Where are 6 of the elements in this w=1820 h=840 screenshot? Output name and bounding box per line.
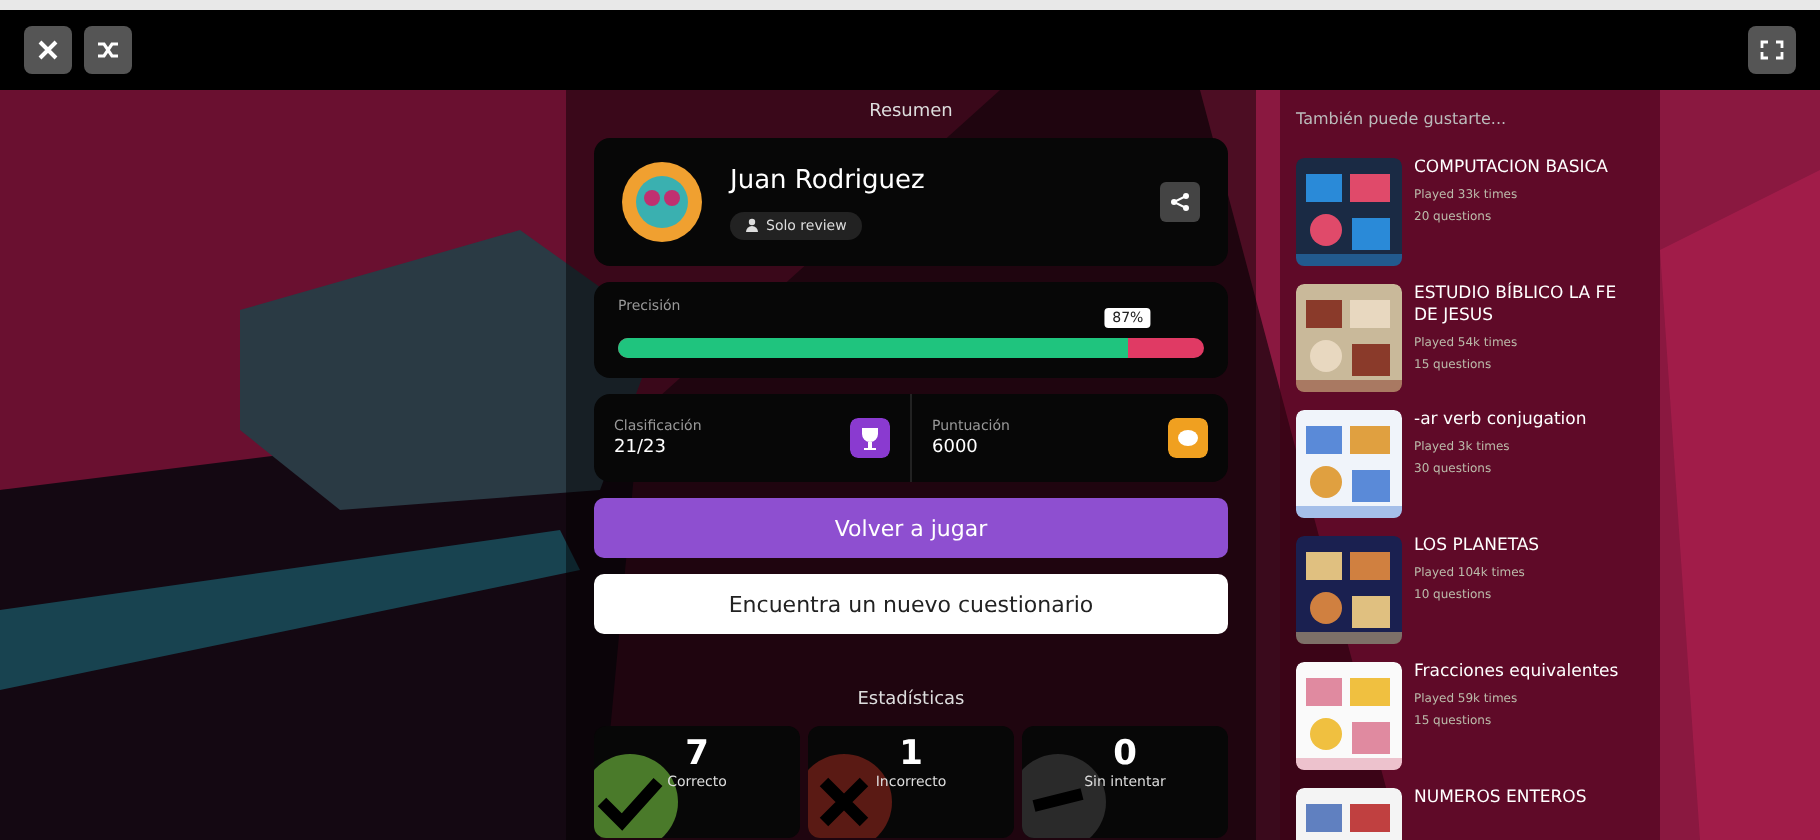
close-icon — [38, 40, 58, 60]
close-button[interactable] — [24, 26, 72, 74]
fullscreen-icon — [1760, 40, 1784, 60]
fullscreen-button[interactable] — [1748, 26, 1796, 74]
shuffle-icon — [96, 40, 120, 60]
shuffle-button[interactable] — [84, 26, 132, 74]
